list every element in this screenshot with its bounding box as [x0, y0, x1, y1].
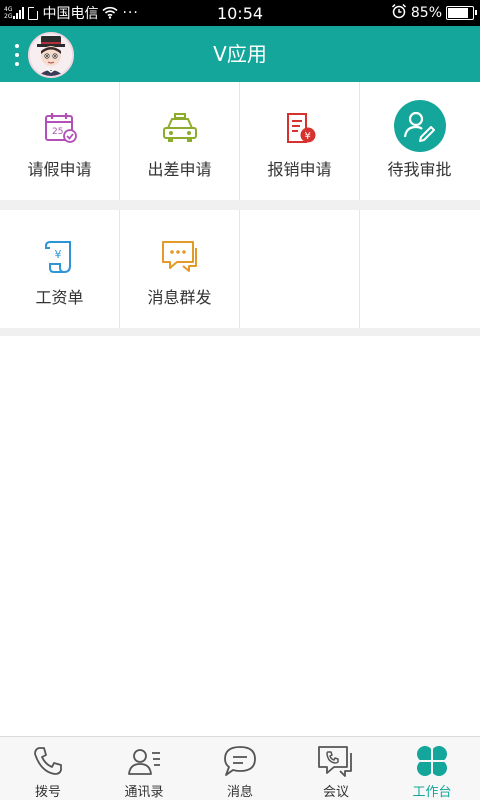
nav-label: 工作台 [412, 785, 452, 800]
app-label: 工资单 [35, 288, 84, 307]
battery-percent: 85% [410, 5, 442, 21]
battery-icon [446, 6, 477, 20]
section-divider [0, 328, 480, 336]
empty-cell [240, 210, 360, 328]
page-title: V应用 [213, 42, 267, 66]
app-payslip[interactable]: ¥ 工资单 [0, 210, 120, 328]
nav-label: 消息 [226, 785, 253, 800]
broadcast-message-icon [156, 232, 204, 280]
app-label: 消息群发 [147, 288, 212, 307]
section-divider [0, 200, 480, 210]
alarm-icon [391, 3, 407, 23]
nav-messages[interactable]: 消息 [192, 737, 288, 800]
app-grid-row-2: ¥ 工资单 消息群发 [0, 210, 480, 329]
sim-card-icon [28, 6, 39, 20]
nav-label: 拨号 [34, 785, 61, 800]
nav-workbench[interactable]: 工作台 [384, 737, 480, 800]
svg-text:¥: ¥ [304, 131, 310, 142]
app-header: V应用 [0, 26, 480, 82]
carrier-name: 中国电信 [42, 6, 99, 22]
more-notifications-icon: ··· [122, 5, 139, 21]
app-label: 出差申请 [147, 160, 212, 179]
app-business-trip[interactable]: 出差申请 [120, 82, 240, 200]
signal-icon [13, 7, 25, 19]
nav-dial[interactable]: 拨号 [0, 737, 96, 800]
app-label: 请假申请 [27, 160, 92, 179]
nav-conference[interactable]: 会议 [288, 737, 384, 800]
network-type-bottom: 2G [4, 13, 13, 20]
taxi-icon [156, 104, 204, 152]
app-grid-row-1: 25 请假申请 出差申请 ¥ 报销申请 待我审批 [0, 82, 480, 201]
nav-label: 通讯录 [124, 785, 164, 800]
svg-text:¥: ¥ [54, 248, 61, 261]
nav-contacts[interactable]: 通讯录 [96, 737, 192, 800]
message-icon [220, 743, 260, 779]
app-label: 报销申请 [267, 160, 332, 179]
wifi-icon [102, 4, 119, 23]
approval-icon [393, 100, 446, 152]
app-label: 待我审批 [387, 160, 452, 179]
app-broadcast[interactable]: 消息群发 [120, 210, 240, 328]
empty-cell [360, 210, 480, 328]
network-type: 4G 2G [4, 6, 12, 20]
salary-scroll-icon: ¥ [36, 232, 84, 280]
reimbursement-icon: ¥ [276, 104, 324, 152]
workbench-icon [412, 743, 452, 779]
bottom-nav: 拨号 通讯录 消息 会议 工作台 [0, 736, 480, 800]
nav-label: 会议 [322, 785, 349, 800]
app-pending-approval[interactable]: 待我审批 [360, 82, 480, 200]
app-leave-request[interactable]: 25 请假申请 [0, 82, 120, 200]
calendar-check-icon: 25 [36, 104, 84, 152]
battery-fill [448, 8, 469, 18]
app-reimbursement[interactable]: ¥ 报销申请 [240, 82, 360, 200]
status-bar: 4G 2G 中国电信 ··· 10:54 85% [0, 0, 480, 26]
network-type-top: 4G [4, 6, 13, 13]
contacts-icon [124, 743, 164, 779]
phone-icon [28, 743, 68, 779]
svg-text:25: 25 [52, 127, 63, 137]
conference-icon [316, 743, 356, 779]
